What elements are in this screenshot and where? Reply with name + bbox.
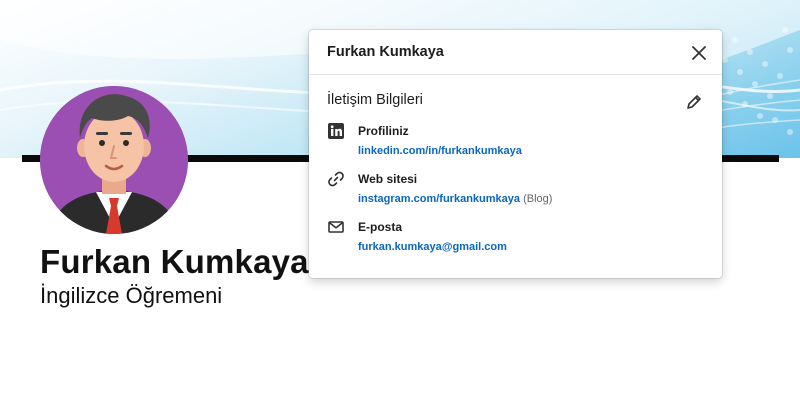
linkedin-profile-link[interactable]: linkedin.com/in/furkankumkaya — [358, 145, 522, 157]
website-note: (Blog) — [523, 193, 553, 205]
email-link[interactable]: furkan.kumkaya@gmail.com — [358, 241, 507, 253]
section-title: İletişim Bilgileri — [327, 92, 423, 108]
close-icon — [692, 46, 706, 60]
linkedin-icon — [328, 123, 344, 139]
contact-label-profile: Profiliniz — [358, 124, 409, 138]
profile-headline: İngilizce Öğremeni — [40, 283, 223, 308]
contact-label-website: Web sitesi — [358, 172, 418, 186]
close-button[interactable] — [688, 42, 710, 64]
dialog-header: Furkan Kumkaya — [309, 30, 722, 75]
edit-contact-button[interactable] — [684, 92, 704, 112]
dialog-title: Furkan Kumkaya — [327, 44, 444, 60]
contact-label-email: E-posta — [358, 220, 403, 234]
profile-name: Furkan Kumkaya — [40, 243, 309, 280]
envelope-icon — [328, 221, 344, 233]
website-row: instagram.com/furkankumkaya (Blog) — [358, 193, 552, 205]
pencil-icon — [687, 95, 701, 109]
contact-info-dialog: Furkan Kumkaya İletişim Bilgileri Profil… — [309, 30, 722, 278]
avatar[interactable] — [40, 86, 188, 234]
link-icon — [328, 171, 344, 187]
avatar-illustration — [40, 86, 188, 234]
website-link[interactable]: instagram.com/furkankumkaya — [358, 193, 520, 205]
